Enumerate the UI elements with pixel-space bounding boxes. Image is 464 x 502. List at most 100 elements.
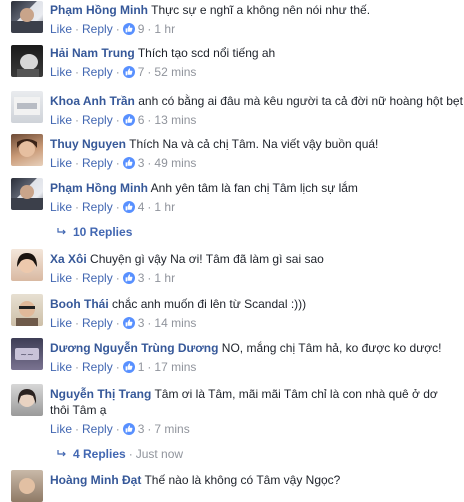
separator-dot: · bbox=[75, 200, 80, 214]
avatar[interactable] bbox=[11, 384, 43, 416]
commenter-name[interactable]: Nguyễn Thị Trang bbox=[50, 387, 151, 401]
like-button[interactable]: Like bbox=[50, 422, 72, 436]
avatar-image bbox=[14, 97, 40, 115]
comment-text: Thích Na và cả chị Tâm. Na viết vậy buồn… bbox=[129, 137, 379, 151]
avatar[interactable] bbox=[11, 134, 43, 166]
thumbs-up-icon[interactable] bbox=[122, 23, 135, 35]
separator-dot: · bbox=[75, 360, 80, 374]
comment-text: anh có bằng ai đâu mà kêu người ta cả đờ… bbox=[138, 94, 463, 108]
avatar[interactable] bbox=[11, 294, 43, 326]
separator-dot: · bbox=[115, 316, 120, 330]
avatar[interactable] bbox=[11, 249, 43, 281]
reply-button[interactable]: Reply bbox=[82, 422, 113, 436]
separator-dot: · bbox=[115, 65, 120, 79]
like-button[interactable]: Like bbox=[50, 156, 72, 170]
like-button[interactable]: Like bbox=[50, 65, 72, 79]
svg-text:~~: ~~ bbox=[20, 350, 33, 359]
separator-dot: · bbox=[147, 271, 152, 285]
timestamp[interactable]: 7 mins bbox=[154, 422, 189, 436]
separator-dot: · bbox=[75, 271, 80, 285]
thumbs-up-icon[interactable] bbox=[122, 201, 135, 213]
like-button[interactable]: Like bbox=[50, 22, 72, 36]
timestamp[interactable]: 1 hr bbox=[154, 200, 175, 214]
like-button[interactable]: Like bbox=[50, 271, 72, 285]
avatar-image bbox=[11, 185, 43, 210]
thumbs-up-icon[interactable] bbox=[122, 157, 135, 169]
like-button[interactable]: Like bbox=[50, 200, 72, 214]
comment-text: Anh yên tâm là fan chị Tâm lịch sự lắm bbox=[150, 181, 358, 195]
reply-arrow-icon bbox=[57, 225, 67, 239]
separator-dot: · bbox=[75, 316, 80, 330]
separator-dot: · bbox=[75, 65, 80, 79]
thumbs-up-icon[interactable] bbox=[122, 423, 135, 435]
timestamp[interactable]: Just now bbox=[136, 447, 183, 461]
commenter-name[interactable]: Dương Nguyễn Trùng Dương bbox=[50, 341, 218, 355]
thumbs-up-icon[interactable] bbox=[122, 317, 135, 329]
avatar[interactable] bbox=[11, 178, 43, 210]
avatar[interactable] bbox=[11, 470, 43, 502]
avatar-image bbox=[17, 54, 39, 77]
separator-dot: · bbox=[147, 65, 152, 79]
timestamp[interactable]: 14 mins bbox=[154, 316, 196, 330]
separator-dot: · bbox=[147, 22, 152, 36]
thumbs-up-icon[interactable] bbox=[122, 272, 135, 284]
reply-arrow-icon bbox=[57, 447, 67, 461]
timestamp[interactable]: 52 mins bbox=[154, 65, 196, 79]
separator-dot: · bbox=[147, 156, 152, 170]
timestamp[interactable]: 1 hr bbox=[154, 271, 175, 285]
separator-dot: · bbox=[115, 360, 120, 374]
avatar[interactable]: ~~ bbox=[11, 338, 43, 370]
separator-dot: · bbox=[147, 113, 152, 127]
commenter-name[interactable]: Phạm Hồng Minh bbox=[50, 3, 148, 17]
timestamp[interactable]: 17 mins bbox=[154, 360, 196, 374]
reply-button[interactable]: Reply bbox=[82, 271, 113, 285]
commenter-name[interactable]: Booh Thái bbox=[50, 297, 109, 311]
avatar[interactable] bbox=[11, 1, 43, 33]
replies-count-label[interactable]: 4 Replies bbox=[73, 447, 126, 461]
comment-text: Thích tạo scd nổi tiếng ah bbox=[137, 46, 276, 60]
like-button[interactable]: Like bbox=[50, 316, 72, 330]
separator-dot: · bbox=[75, 113, 80, 127]
thumbs-up-icon[interactable] bbox=[122, 361, 135, 373]
separator-dot: · bbox=[147, 422, 152, 436]
view-replies-link[interactable]: 10 Replies bbox=[57, 225, 132, 239]
comment-text: Thế nào là không có Tâm vậy Ngọc? bbox=[144, 473, 341, 487]
view-replies-link[interactable]: 4 Replies · Just now bbox=[57, 447, 183, 461]
commenter-name[interactable]: Hoàng Minh Đạt bbox=[50, 473, 141, 487]
reply-button[interactable]: Reply bbox=[82, 65, 113, 79]
like-button[interactable]: Like bbox=[50, 360, 72, 374]
commenter-name[interactable]: Phạm Hồng Minh bbox=[50, 181, 148, 195]
timestamp[interactable]: 1 hr bbox=[154, 22, 175, 36]
comment-text: Thực sự e nghĩ a không nên nói như thế. bbox=[151, 3, 371, 17]
reply-button[interactable]: Reply bbox=[82, 156, 113, 170]
separator-dot: · bbox=[75, 422, 80, 436]
thumbs-up-icon[interactable] bbox=[122, 66, 135, 78]
avatar-image bbox=[16, 301, 38, 326]
comment-thread: Phạm Hồng Minh Thực sự e nghĩ a không nê… bbox=[0, 0, 464, 502]
avatar-image bbox=[11, 8, 43, 33]
timestamp[interactable]: 49 mins bbox=[154, 156, 196, 170]
reply-button[interactable]: Reply bbox=[82, 360, 113, 374]
reply-button[interactable]: Reply bbox=[82, 113, 113, 127]
separator-dot: · bbox=[147, 316, 152, 330]
replies-count-label[interactable]: 10 Replies bbox=[73, 225, 132, 239]
reply-button[interactable]: Reply bbox=[82, 22, 113, 36]
reply-button[interactable]: Reply bbox=[82, 316, 113, 330]
avatar[interactable] bbox=[11, 91, 43, 123]
separator-dot: · bbox=[115, 113, 120, 127]
avatar-image bbox=[19, 478, 35, 494]
separator-dot: · bbox=[115, 156, 120, 170]
separator-dot: · bbox=[75, 156, 80, 170]
reply-button[interactable]: Reply bbox=[82, 200, 113, 214]
comment-text: Chuyện gì vậy Na ơi! Tâm đã làm gì sai s… bbox=[90, 252, 324, 266]
commenter-name[interactable]: Hải Nam Trung bbox=[50, 46, 135, 60]
like-button[interactable]: Like bbox=[50, 113, 72, 127]
avatar[interactable] bbox=[11, 45, 43, 77]
thumbs-up-icon[interactable] bbox=[122, 114, 135, 126]
timestamp[interactable]: 13 mins bbox=[154, 113, 196, 127]
commenter-name[interactable]: Khoa Anh Trần bbox=[50, 94, 135, 108]
separator-dot: · bbox=[128, 447, 133, 461]
separator-dot: · bbox=[115, 200, 120, 214]
commenter-name[interactable]: Xa Xôi bbox=[50, 252, 87, 266]
commenter-name[interactable]: Thuy Nguyen bbox=[50, 137, 126, 151]
